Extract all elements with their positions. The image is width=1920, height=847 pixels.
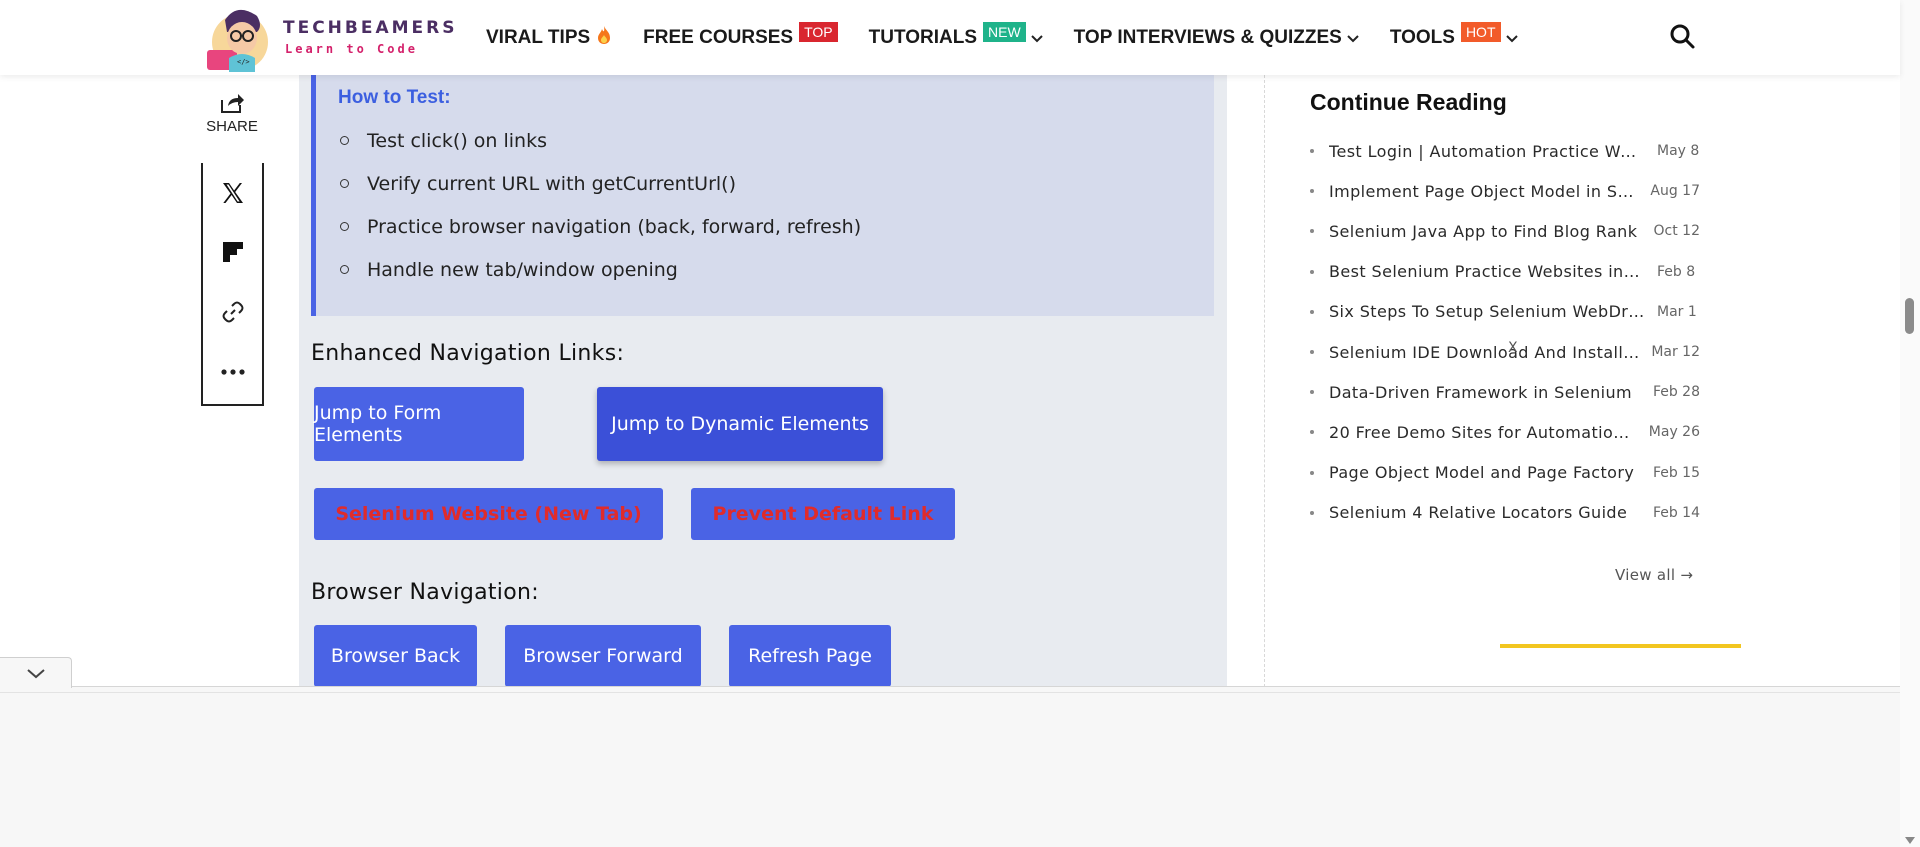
svg-text:</>: </> [237,58,250,66]
article-link[interactable]: Selenium Java App to Find Blog Rank [1329,222,1642,241]
article-link[interactable]: Selenium 4 Relative Locators Guide [1329,503,1641,522]
article-link[interactable]: Six Steps To Setup Selenium WebDriver [1329,302,1645,321]
article-date: Feb 8 [1657,263,1696,280]
hot-badge: HOT [1460,21,1501,42]
article-link[interactable]: 20 Free Demo Sites for Automation Testin… [1329,423,1637,442]
article-date: Mar 1 [1657,303,1697,320]
flipboard-icon[interactable] [219,238,247,266]
article-date: Mar 12 [1651,344,1700,361]
list-item: Verify current URL with getCurrentUrl() [338,162,861,205]
chevron-down-icon[interactable] [1347,31,1359,46]
nav-free-courses[interactable]: FREE COURSES TOP [643,21,838,49]
collapse-ad-button[interactable] [0,657,72,688]
accent-divider [1500,644,1741,648]
chevron-down-icon [26,664,45,683]
how-to-test-box: How to Test: Test click() on links Verif… [311,75,1214,316]
selenium-website-link[interactable]: Selenium Website (New Tab) [314,488,663,540]
x-twitter-icon[interactable] [219,179,247,207]
view-all-link[interactable]: View all → [1615,566,1693,584]
new-badge: NEW [983,21,1026,42]
share-panel: SHARE [202,90,262,135]
brand-title: TECHBEAMERS [283,18,458,38]
article-date: Feb 14 [1652,504,1700,521]
share-label: SHARE [206,118,258,135]
chevron-down-icon[interactable] [1505,31,1518,46]
article-link[interactable]: Implement Page Object Model in Selenium [1329,182,1638,201]
nav-tutorials[interactable]: TUTORIALS NEW [868,21,1043,49]
more-icon[interactable] [219,358,247,386]
list-item: Best Selenium Practice Websites in 2024 F… [1310,252,1700,292]
link-icon[interactable] [219,298,247,326]
nav-label: TOP INTERVIEWS & QUIZZES [1073,26,1342,48]
article-date: Aug 17 [1650,183,1700,200]
list-item: Test click() on links [338,119,861,162]
enhanced-nav-heading: Enhanced Navigation Links: [311,341,625,366]
article-link[interactable]: Data-Driven Framework in Selenium [1329,383,1641,402]
article-date: Feb 15 [1652,464,1700,481]
nav-label: VIRAL TIPS [486,26,591,48]
share-icon[interactable] [202,90,262,114]
list-item: Practice browser navigation (back, forwa… [338,205,861,248]
chevron-down-icon[interactable] [1030,31,1043,46]
site-header: </> TECHBEAMERS Learn to Code VIRAL TIPS… [0,0,1900,75]
scroll-down-arrow-icon[interactable] [1905,830,1915,844]
jump-to-dynamic-elements-button[interactable]: Jump to Dynamic Elements [597,387,883,461]
article-date: Oct 12 [1653,223,1700,240]
list-item: Selenium 4 Relative Locators Guide Feb 14 [1310,493,1700,533]
prevent-default-link[interactable]: Prevent Default Link [691,488,955,540]
article-date: Feb 28 [1652,384,1700,401]
jump-to-form-elements-button[interactable]: Jump to Form Elements [314,387,524,461]
main-nav: VIRAL TIPS FREE COURSES TOP TUTORIALS NE… [486,0,1549,75]
page-scrollbar[interactable] [1900,0,1920,847]
scrollbar-thumb[interactable] [1905,298,1914,334]
bottom-ad-area [0,686,1900,847]
nav-tools[interactable]: TOOLS HOT [1389,21,1518,49]
browser-nav-heading: Browser Navigation: [311,580,539,605]
nav-label: TOOLS [1389,26,1455,48]
list-item: Selenium IDE Download And Installation Ma… [1310,332,1700,372]
sidebar-divider [1264,75,1265,687]
nav-label: FREE COURSES [643,26,794,48]
fire-icon [596,25,612,51]
article-link[interactable]: Page Object Model and Page Factory [1329,463,1641,482]
article-link[interactable]: Test Login | Automation Practice Website… [1329,142,1645,161]
nav-label: TUTORIALS [868,26,977,48]
browser-back-button[interactable]: Browser Back [314,625,477,687]
list-item: Test Login | Automation Practice Website… [1310,131,1700,171]
how-to-test-title: How to Test: [338,87,451,108]
bottom-divider [0,692,1900,693]
how-to-test-list: Test click() on links Verify current URL… [338,119,861,291]
list-item: Data-Driven Framework in Selenium Feb 28 [1310,372,1700,412]
article-date: May 8 [1657,143,1700,160]
search-icon[interactable] [1668,22,1696,50]
top-badge: TOP [799,21,838,42]
list-item: Implement Page Object Model in Selenium A… [1310,171,1700,211]
refresh-page-button[interactable]: Refresh Page [729,625,891,687]
continue-reading-title: Continue Reading [1310,89,1507,115]
list-item: Six Steps To Setup Selenium WebDriver Mar… [1310,292,1700,332]
site-logo[interactable]: </> TECHBEAMERS Learn to Code [207,2,455,72]
continue-reading-list: Test Login | Automation Practice Website… [1310,131,1700,533]
article-date: May 26 [1648,424,1700,441]
list-item: Selenium Java App to Find Blog Rank Oct 1… [1310,211,1700,251]
stray-mark: X [1508,340,1518,356]
list-item: Handle new tab/window opening [338,248,861,291]
mascot-logo-icon: </> [207,2,273,72]
nav-top-interviews-quizzes[interactable]: TOP INTERVIEWS & QUIZZES [1074,27,1359,49]
browser-forward-button[interactable]: Browser Forward [505,625,701,687]
share-buttons-group [201,163,264,406]
brand-tagline: Learn to Code [285,42,418,56]
article-link[interactable]: Best Selenium Practice Websites in 2024 [1329,262,1645,281]
article-link[interactable]: Selenium IDE Download And Installation [1329,343,1639,362]
list-item: Page Object Model and Page Factory Feb 15 [1310,453,1700,493]
main-content: How to Test: Test click() on links Verif… [299,75,1227,687]
list-item: 20 Free Demo Sites for Automation Testin… [1310,412,1700,452]
nav-viral-tips[interactable]: VIRAL TIPS [486,25,612,51]
